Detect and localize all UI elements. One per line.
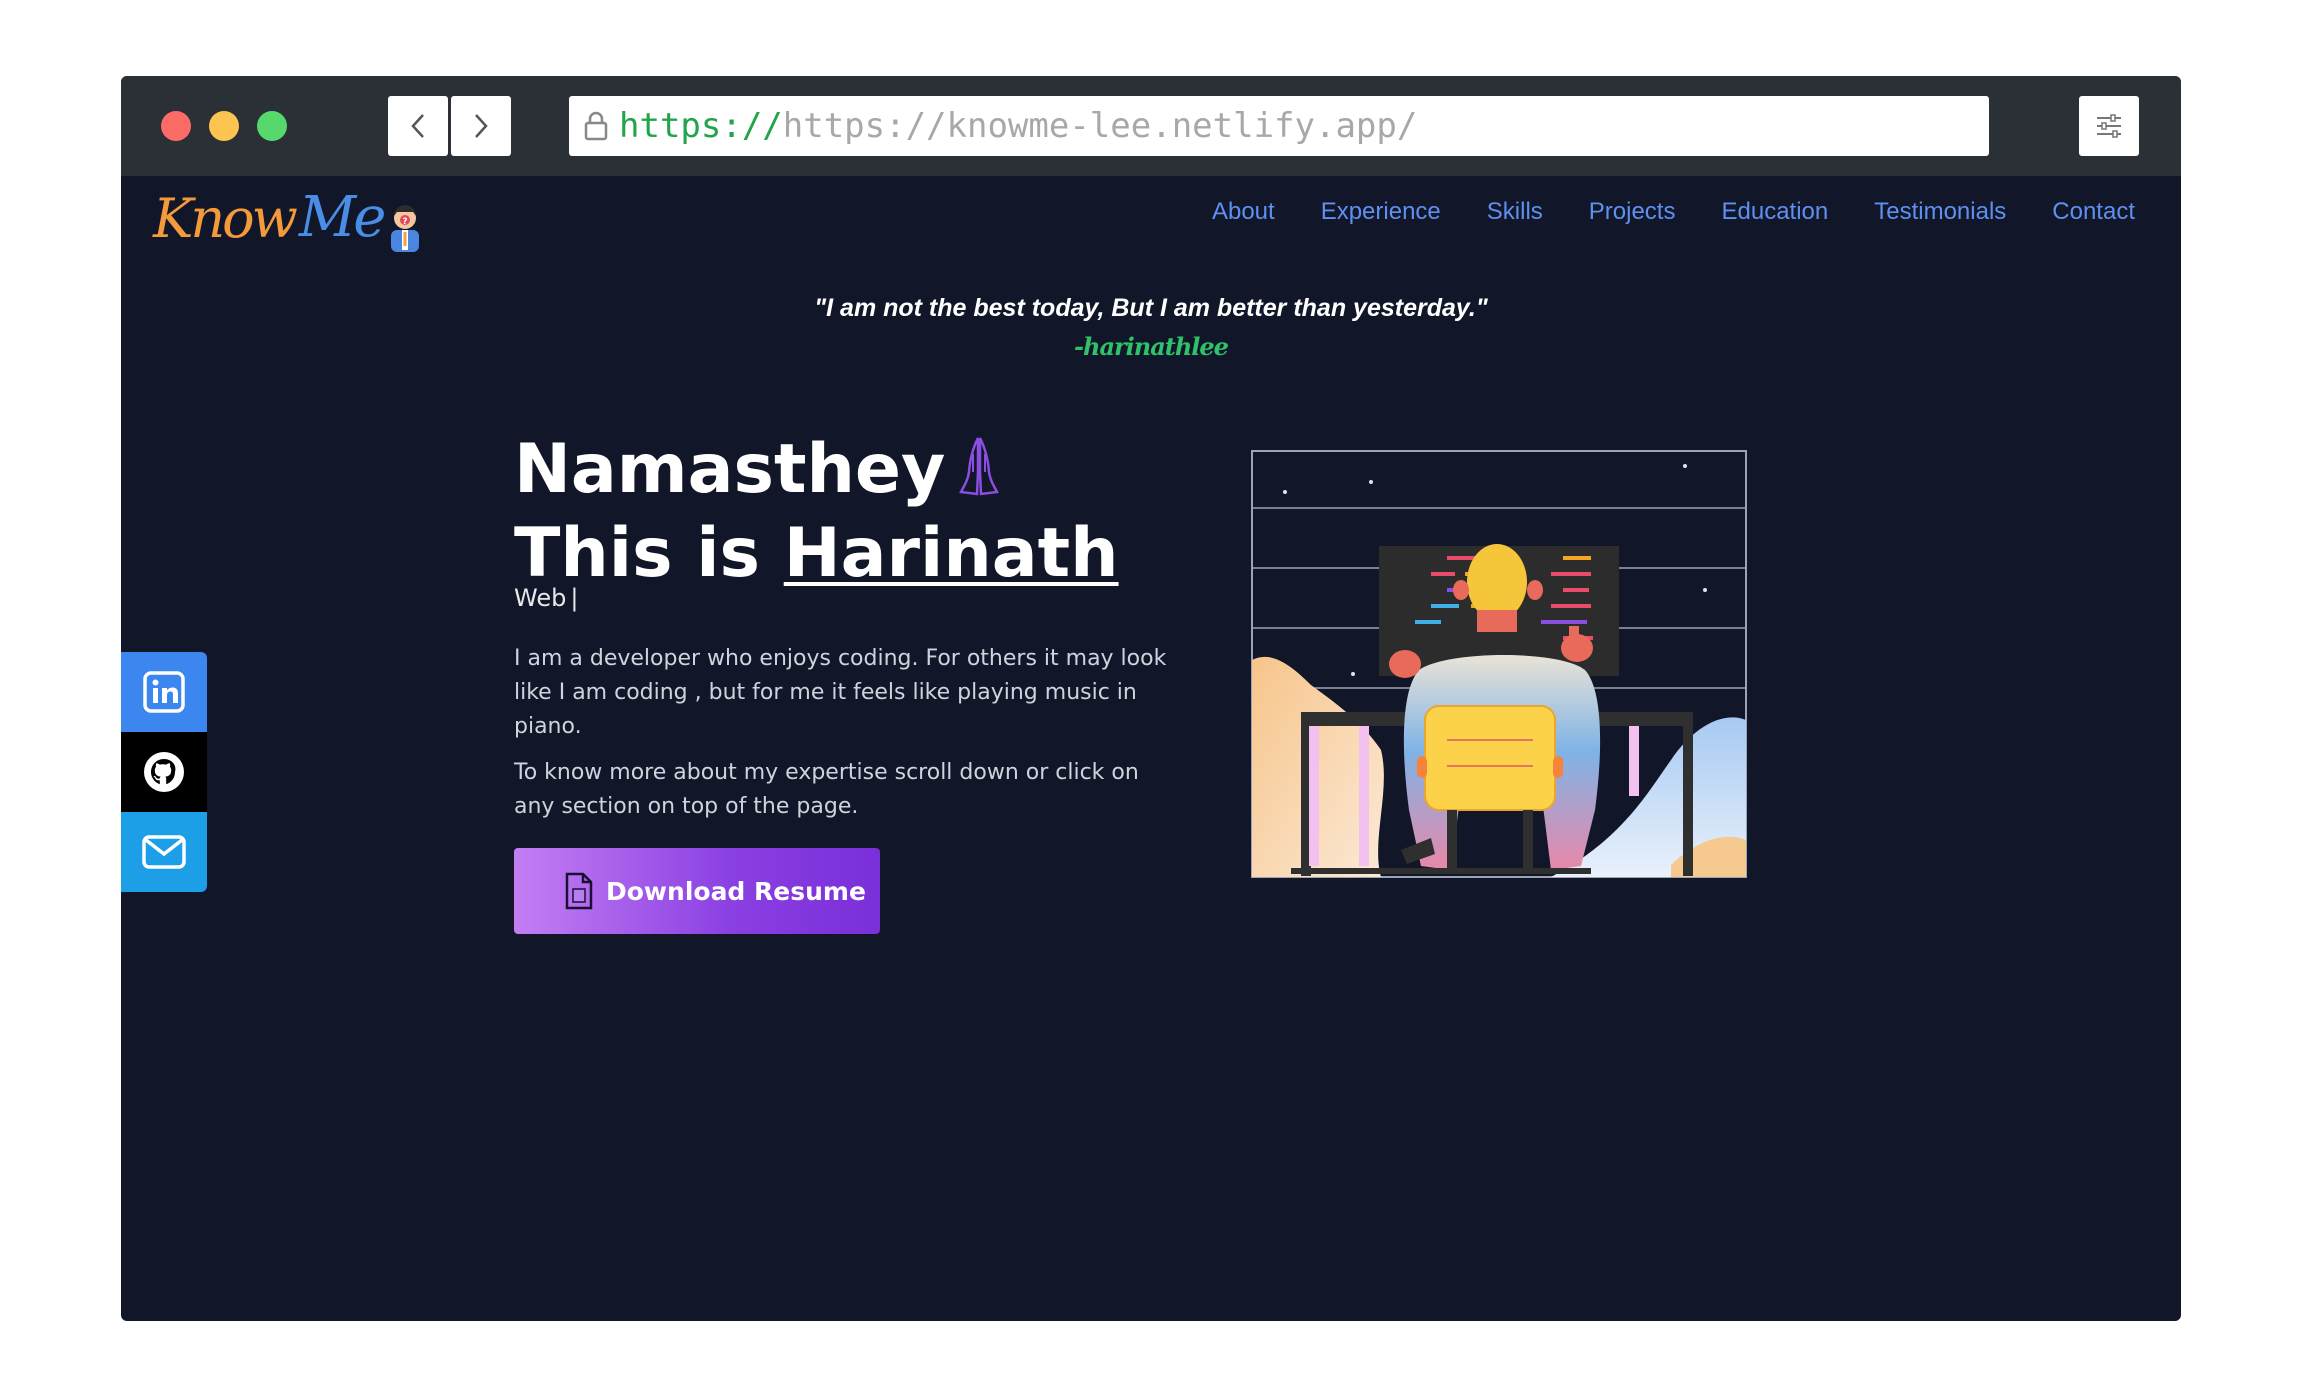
intro-prefix: This is [514, 514, 784, 593]
browser-window: https://https://knowme-lee.netlify.app/ … [121, 76, 2181, 1321]
linkedin-link[interactable] [121, 652, 207, 732]
email-link[interactable] [121, 812, 207, 892]
greeting-text: Namasthey [514, 430, 946, 509]
lock-icon [581, 109, 611, 143]
document-icon [564, 871, 594, 911]
download-resume-button[interactable]: Download Resume [514, 848, 880, 934]
back-button[interactable] [388, 96, 448, 156]
nav-link-skills[interactable]: Skills [1487, 198, 1543, 226]
thinking-person-icon: ? [391, 205, 420, 252]
logo-know-text: Know [153, 187, 298, 250]
nav-link-contact[interactable]: Contact [2052, 198, 2135, 226]
praying-hands-icon [955, 432, 1003, 516]
linkedin-icon [143, 671, 185, 713]
minimize-window-button[interactable] [209, 111, 239, 141]
portfolio-page: Know Me ? About Experience Skills Projec… [121, 176, 2181, 1321]
nav-link-experience[interactable]: Experience [1321, 198, 1441, 226]
intro-paragraph: I am a developer who enjoys coding. For … [514, 646, 1167, 739]
address-bar[interactable]: https://https://knowme-lee.netlify.app/ [569, 96, 1989, 156]
nav-link-projects[interactable]: Projects [1589, 198, 1676, 226]
browser-toolbar: https://https://knowme-lee.netlify.app/ [121, 76, 2181, 176]
nav-link-about[interactable]: About [1212, 198, 1275, 226]
typed-role-text: Web | [514, 584, 578, 612]
developer-piano-illustration [1251, 450, 1747, 878]
github-icon [144, 752, 184, 792]
quote-author: -harinathlee [1074, 332, 1229, 361]
chevron-left-icon [411, 114, 424, 138]
site-logo[interactable]: Know Me ? [153, 180, 425, 252]
svg-text:?: ? [403, 217, 408, 227]
motto-quote: "I am not the best today, But I am bette… [814, 294, 1488, 322]
nav-link-education[interactable]: Education [1721, 198, 1828, 226]
mail-icon [142, 835, 186, 869]
settings-button[interactable] [2079, 96, 2139, 156]
url-host: https://knowme-lee.netlify.app/ [782, 106, 1418, 146]
main-navigation: About Experience Skills Projects Educati… [1212, 198, 2135, 226]
social-sidebar [121, 652, 207, 892]
hero-heading: Namasthey This is Harinath [514, 432, 1119, 592]
maximize-window-button[interactable] [257, 111, 287, 141]
url-text: https://https://knowme-lee.netlify.app/ [619, 106, 1417, 146]
download-resume-label: Download Resume [606, 876, 866, 906]
logo-me-text: Me [298, 185, 387, 250]
nav-link-testimonials[interactable]: Testimonials [1874, 198, 2006, 226]
typed-text: Web [514, 584, 567, 612]
typing-cursor: | [570, 584, 579, 612]
close-window-button[interactable] [161, 111, 191, 141]
chevron-right-icon [475, 114, 488, 138]
url-scheme: https:// [619, 106, 783, 146]
sliders-icon [2097, 114, 2121, 138]
forward-button[interactable] [451, 96, 511, 156]
navigation-hint-paragraph: To know more about my expertise scroll d… [514, 760, 1139, 819]
developer-name: Harinath [783, 514, 1119, 593]
github-link[interactable] [121, 732, 207, 812]
